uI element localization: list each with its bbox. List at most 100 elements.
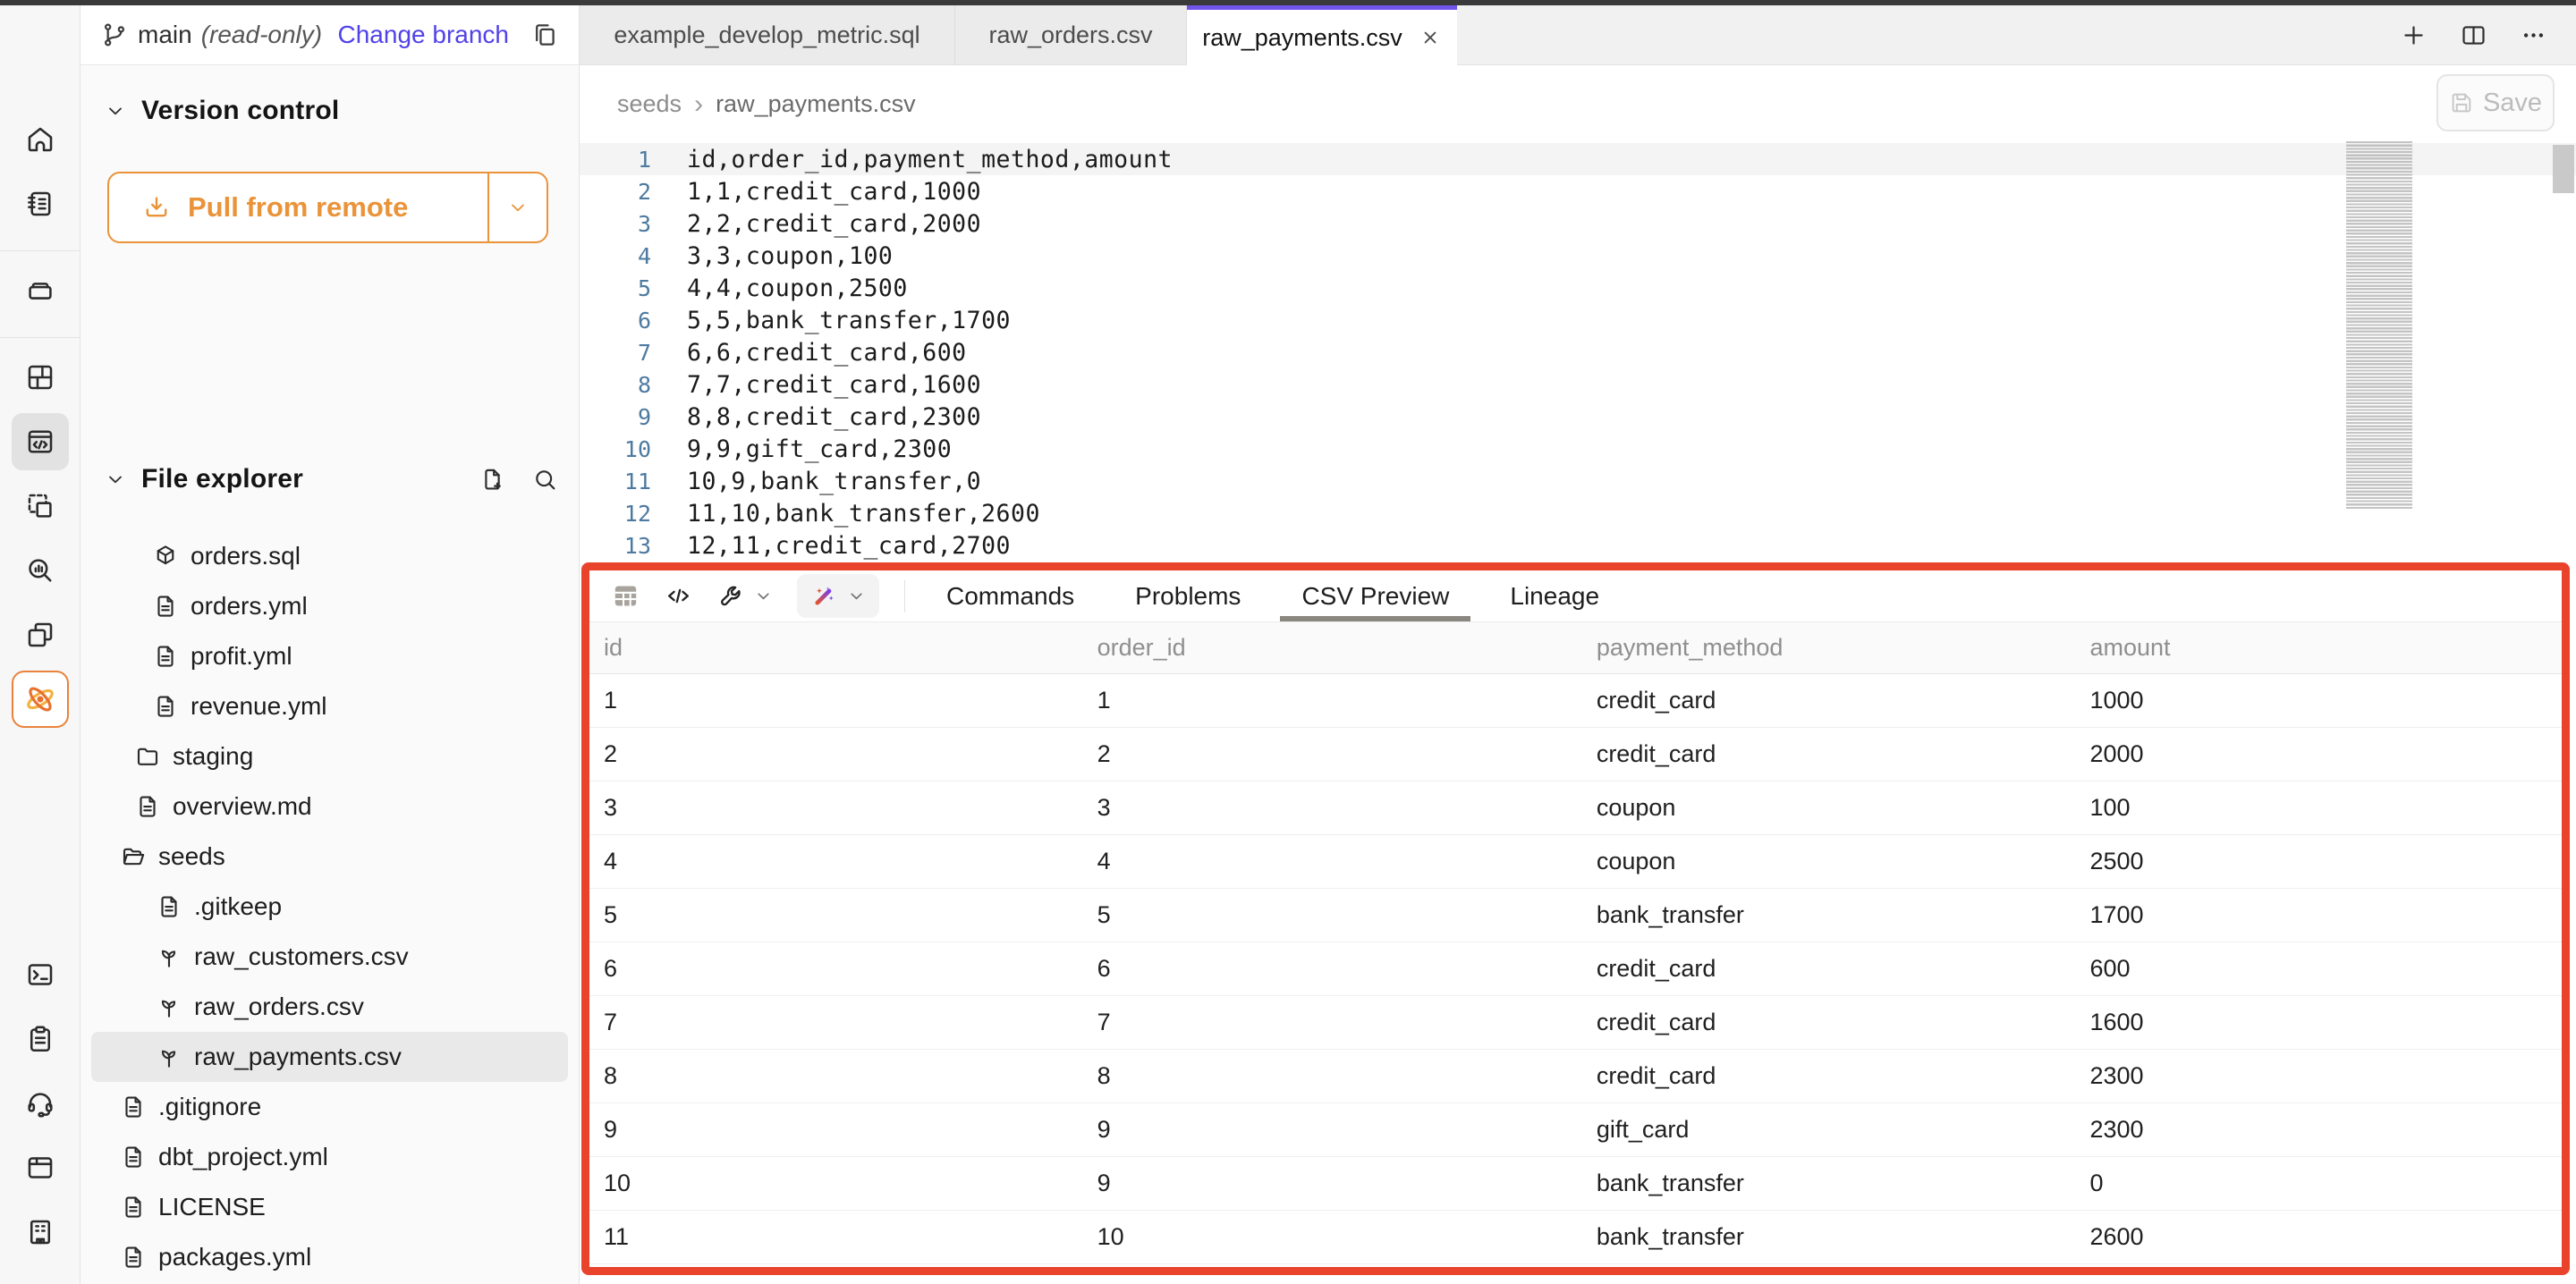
file-item-packages.yml[interactable]: packages.yml bbox=[91, 1232, 568, 1282]
file-item-raw_customers.csv[interactable]: raw_customers.csv bbox=[91, 932, 568, 982]
panel-tab-commands[interactable]: Commands bbox=[916, 570, 1105, 621]
activity-button-browser-window[interactable] bbox=[12, 1139, 69, 1196]
new-tab-icon[interactable] bbox=[2400, 21, 2428, 49]
file-item-LICENSE[interactable]: LICENSE bbox=[91, 1182, 568, 1232]
code-line-5[interactable]: 54,4,coupon,2500 bbox=[580, 272, 2576, 304]
file-item-raw_orders.csv[interactable]: raw_orders.csv bbox=[91, 982, 568, 1032]
download-icon bbox=[141, 192, 172, 223]
file-item-seeds[interactable]: seeds bbox=[91, 832, 568, 882]
code-editor[interactable]: 1id,order_id,payment_method,amount21,1,c… bbox=[580, 143, 2576, 567]
csv-table-row: 33coupon100 bbox=[589, 781, 2562, 835]
csv-preview-panel-with-red-annotation: CommandsProblemsCSV PreviewLineage idord… bbox=[581, 562, 2570, 1275]
more-options-icon[interactable] bbox=[2520, 21, 2547, 49]
activity-button-building[interactable] bbox=[12, 1204, 69, 1261]
file-item-orders.sql[interactable]: orders.sql bbox=[91, 531, 568, 581]
toolbar-button-code-slash[interactable] bbox=[664, 581, 693, 611]
file-doc-icon bbox=[152, 643, 179, 670]
code-line-6[interactable]: 65,5,bank_transfer,1700 bbox=[580, 304, 2576, 336]
code-line-8[interactable]: 87,7,credit_card,1600 bbox=[580, 368, 2576, 401]
file-doc-icon bbox=[120, 1094, 147, 1120]
code-line-3[interactable]: 32,2,credit_card,2000 bbox=[580, 207, 2576, 240]
csv-cell: 1 bbox=[1097, 687, 1597, 714]
change-branch-link[interactable]: Change branch bbox=[338, 21, 509, 49]
activity-button-dashboard[interactable] bbox=[12, 349, 69, 406]
line-content: 3,3,coupon,100 bbox=[687, 242, 893, 270]
search-icon[interactable] bbox=[531, 466, 559, 494]
activity-button-home[interactable] bbox=[12, 111, 69, 168]
file-item-dbt_project.yml[interactable]: dbt_project.yml bbox=[91, 1132, 568, 1182]
code-line-11[interactable]: 1110,9,bank_transfer,0 bbox=[580, 465, 2576, 497]
editor-tab-label: example_develop_metric.sql bbox=[614, 21, 919, 49]
code-line-13[interactable]: 1312,11,credit_card,2700 bbox=[580, 529, 2576, 562]
csv-cell: 7 bbox=[604, 1009, 1097, 1036]
activity-button-query-search[interactable] bbox=[12, 542, 69, 599]
file-item-staging[interactable]: staging bbox=[91, 731, 568, 781]
editor-tab-raw_orders.csv[interactable]: raw_orders.csv bbox=[955, 5, 1187, 64]
editor-tab-example_develop_metric.sql[interactable]: example_develop_metric.sql bbox=[580, 5, 955, 64]
pull-options-dropdown[interactable] bbox=[489, 173, 547, 241]
activity-button-notebook[interactable] bbox=[12, 175, 69, 232]
editor-region: example_develop_metric.sql raw_orders.csv… bbox=[580, 5, 2576, 1284]
file-doc-icon bbox=[120, 1194, 147, 1221]
csv-cell: credit_card bbox=[1597, 955, 2090, 983]
code-editor-icon bbox=[24, 426, 56, 458]
close-icon[interactable] bbox=[1419, 26, 1442, 49]
activity-button-code-editor[interactable] bbox=[12, 413, 69, 470]
file-doc-icon bbox=[134, 793, 161, 820]
editor-tab-raw_payments.csv[interactable]: raw_payments.csv bbox=[1187, 5, 1457, 65]
code-line-12[interactable]: 1211,10,bank_transfer,2600 bbox=[580, 497, 2576, 529]
activity-button-selection[interactable] bbox=[12, 477, 69, 535]
save-button[interactable]: Save bbox=[2436, 74, 2555, 131]
activity-button-stack[interactable] bbox=[12, 262, 69, 319]
panel-tab-csv-preview[interactable]: CSV Preview bbox=[1271, 570, 1479, 621]
activity-button-windows[interactable] bbox=[12, 606, 69, 663]
editor-scrollbar-thumb[interactable] bbox=[2553, 145, 2574, 193]
code-line-10[interactable]: 109,9,gift_card,2300 bbox=[580, 433, 2576, 465]
file-item-label: orders.sql bbox=[191, 542, 301, 570]
file-item-profit.yml[interactable]: profit.yml bbox=[91, 631, 568, 681]
code-line-1[interactable]: 1id,order_id,payment_method,amount bbox=[580, 143, 2576, 175]
csv-cell: 4 bbox=[604, 848, 1097, 875]
csv-cell: 10 bbox=[1097, 1223, 1597, 1251]
file-item-label: raw_payments.csv bbox=[194, 1043, 402, 1071]
panel-tab-lineage[interactable]: Lineage bbox=[1479, 570, 1630, 621]
activity-button-dbt-copilot[interactable] bbox=[12, 671, 69, 728]
csv-cell: 7 bbox=[1097, 1009, 1597, 1036]
pull-from-remote-main[interactable]: Pull from remote bbox=[109, 173, 487, 241]
editor-scrollbar[interactable] bbox=[2553, 143, 2574, 563]
csv-table-row: 55bank_transfer1700 bbox=[589, 889, 2562, 942]
chevron-down-icon[interactable] bbox=[104, 468, 127, 491]
file-explorer-header[interactable]: File explorer bbox=[104, 460, 559, 499]
file-item-.gitignore[interactable]: .gitignore bbox=[91, 1082, 568, 1132]
activity-button-headset[interactable] bbox=[12, 1075, 69, 1132]
activity-button-terminal[interactable] bbox=[12, 946, 69, 1003]
editor-minimap[interactable] bbox=[2346, 141, 2412, 510]
panel-tab-problems[interactable]: Problems bbox=[1105, 570, 1271, 621]
chevron-down-icon[interactable] bbox=[753, 586, 774, 606]
file-item-overview.md[interactable]: overview.md bbox=[91, 781, 568, 832]
code-line-2[interactable]: 21,1,credit_card,1000 bbox=[580, 175, 2576, 207]
split-view-icon[interactable] bbox=[2460, 21, 2487, 49]
toolbar-button-wrench[interactable] bbox=[716, 581, 774, 611]
chevron-down-icon[interactable] bbox=[846, 586, 867, 606]
pull-from-remote-button[interactable]: Pull from remote bbox=[107, 172, 548, 243]
code-line-9[interactable]: 98,8,credit_card,2300 bbox=[580, 401, 2576, 433]
code-line-7[interactable]: 76,6,credit_card,600 bbox=[580, 336, 2576, 368]
version-control-header[interactable]: Version control bbox=[104, 91, 559, 131]
activity-button-clipboard[interactable] bbox=[12, 1010, 69, 1068]
csv-cell: 2000 bbox=[2089, 740, 2562, 768]
csv-cell: 6 bbox=[604, 955, 1097, 983]
file-item-label: seeds bbox=[158, 842, 225, 871]
toolbar-button-table-grid[interactable] bbox=[611, 581, 640, 611]
chevron-down-icon[interactable] bbox=[104, 99, 127, 122]
file-item-revenue.yml[interactable]: revenue.yml bbox=[91, 681, 568, 731]
line-content: 1,1,credit_card,1000 bbox=[687, 178, 981, 206]
new-file-icon[interactable] bbox=[479, 466, 506, 494]
toolbar-button-magic-wand[interactable] bbox=[797, 574, 879, 618]
copy-icon[interactable] bbox=[530, 21, 559, 49]
code-line-4[interactable]: 43,3,coupon,100 bbox=[580, 240, 2576, 272]
file-item-raw_payments.csv[interactable]: raw_payments.csv bbox=[91, 1032, 568, 1082]
file-item-orders.yml[interactable]: orders.yml bbox=[91, 581, 568, 631]
line-content: 8,8,credit_card,2300 bbox=[687, 403, 981, 431]
file-item-.gitkeep[interactable]: .gitkeep bbox=[91, 882, 568, 932]
